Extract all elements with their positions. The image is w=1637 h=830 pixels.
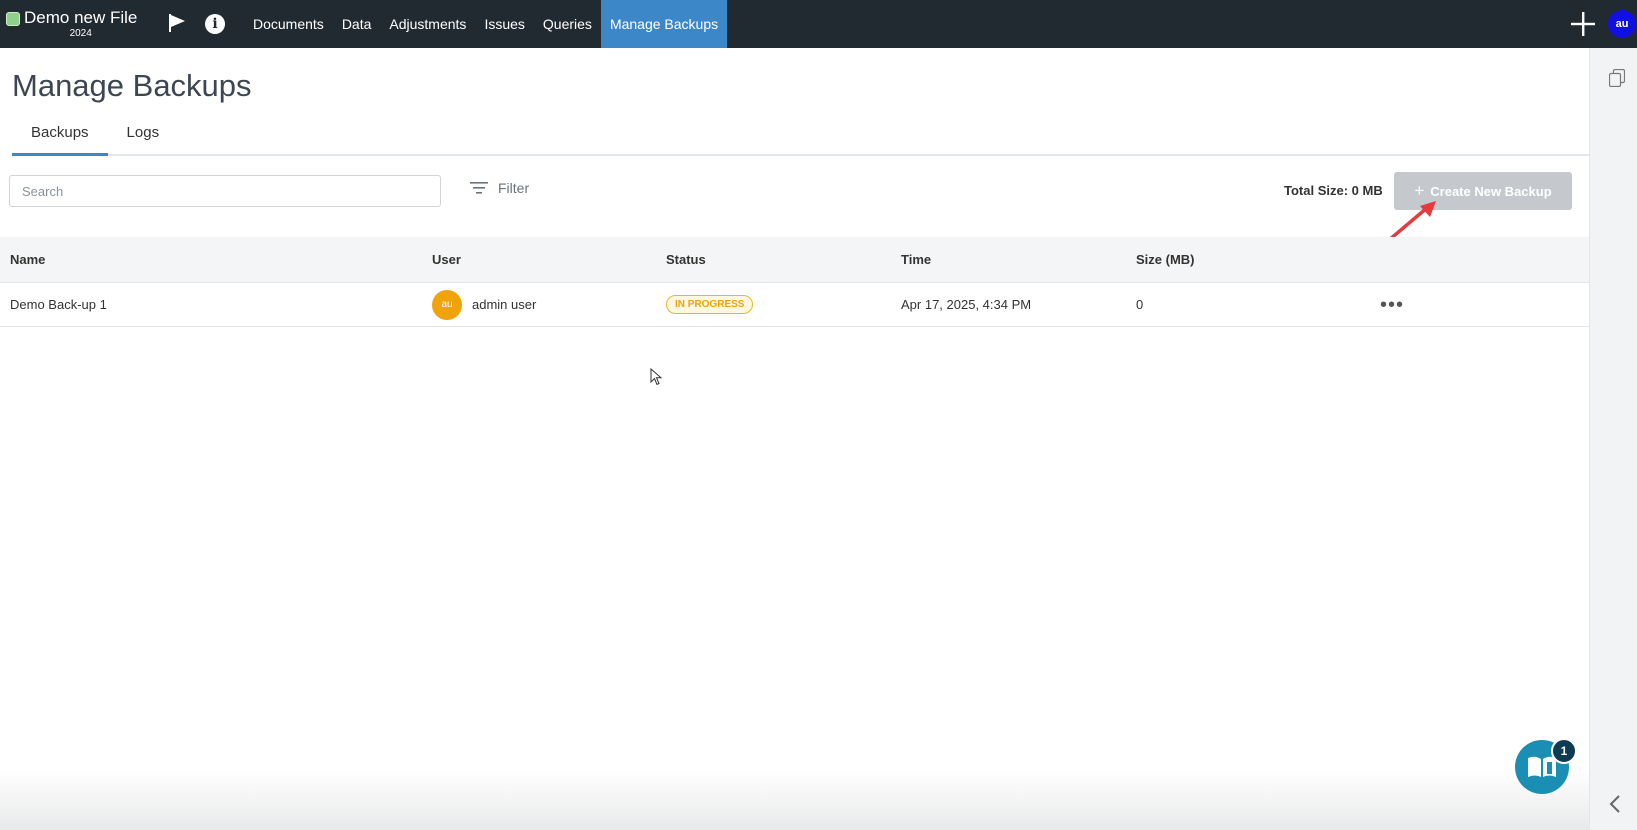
right-rail [1589, 48, 1637, 830]
nav-documents[interactable]: Documents [244, 0, 333, 48]
header-user[interactable]: User [432, 252, 461, 267]
backup-name: Demo Back-up 1 [10, 297, 107, 312]
table-header: Name User Status Time Size (MB) [0, 237, 1589, 283]
mouse-cursor-icon [650, 368, 662, 386]
filter-label: Filter [498, 180, 530, 196]
flag-icon[interactable] [168, 13, 186, 33]
nav-manage-backups[interactable]: Manage Backups [600, 0, 728, 48]
user-name: admin user [472, 297, 537, 312]
search-input[interactable] [9, 175, 441, 207]
table-row[interactable]: Demo Back-up 1 au admin user IN PROGRESS… [0, 283, 1589, 327]
avatar: au [432, 289, 462, 320]
backup-size: 0 [1136, 297, 1144, 312]
plus-icon[interactable] [1570, 11, 1596, 37]
file-status-icon [6, 12, 20, 26]
nav-queries[interactable]: Queries [534, 0, 601, 48]
tab-backups[interactable]: Backups [12, 112, 108, 156]
info-icon[interactable]: i [205, 14, 225, 34]
top-navbar: Demo new File 2024 i Documents Data Adju… [0, 0, 1637, 48]
more-icon[interactable]: ••• [1380, 295, 1404, 315]
user-avatar[interactable]: au [1608, 10, 1636, 38]
copy-icon[interactable] [1609, 69, 1625, 87]
tab-logs[interactable]: Logs [108, 112, 179, 154]
backups-table: Name User Status Time Size (MB) Demo Bac… [0, 237, 1589, 327]
nav-issues[interactable]: Issues [475, 0, 533, 48]
file-year: 2024 [69, 28, 92, 39]
nav-adjustments[interactable]: Adjustments [380, 0, 475, 48]
header-name[interactable]: Name [10, 252, 45, 267]
filter-button[interactable]: Filter [470, 180, 529, 196]
bottom-fade [0, 770, 1589, 830]
file-name: Demo new File [24, 8, 138, 27]
tab-bar: Backups Logs [12, 112, 1589, 156]
backup-status: IN PROGRESS [666, 295, 754, 314]
header-size[interactable]: Size (MB) [1136, 252, 1195, 267]
header-time[interactable]: Time [901, 252, 931, 267]
create-button-label: Create New Backup [1430, 183, 1552, 199]
chevron-left-icon[interactable] [1608, 794, 1622, 814]
backup-time: Apr 17, 2025, 4:34 PM [901, 297, 1032, 312]
total-size: Total Size: 0 MB [1284, 183, 1383, 198]
notification-badge: 1 [1551, 738, 1577, 764]
header-status[interactable]: Status [666, 252, 706, 267]
file-selector[interactable]: Demo new File 2024 [6, 8, 137, 40]
nav-data[interactable]: Data [333, 0, 381, 48]
filter-icon [470, 182, 488, 194]
status-badge: IN PROGRESS [666, 295, 754, 314]
main-nav: Documents Data Adjustments Issues Querie… [244, 0, 728, 48]
page-title: Manage Backups [12, 68, 252, 103]
backup-user: au admin user [432, 289, 537, 320]
